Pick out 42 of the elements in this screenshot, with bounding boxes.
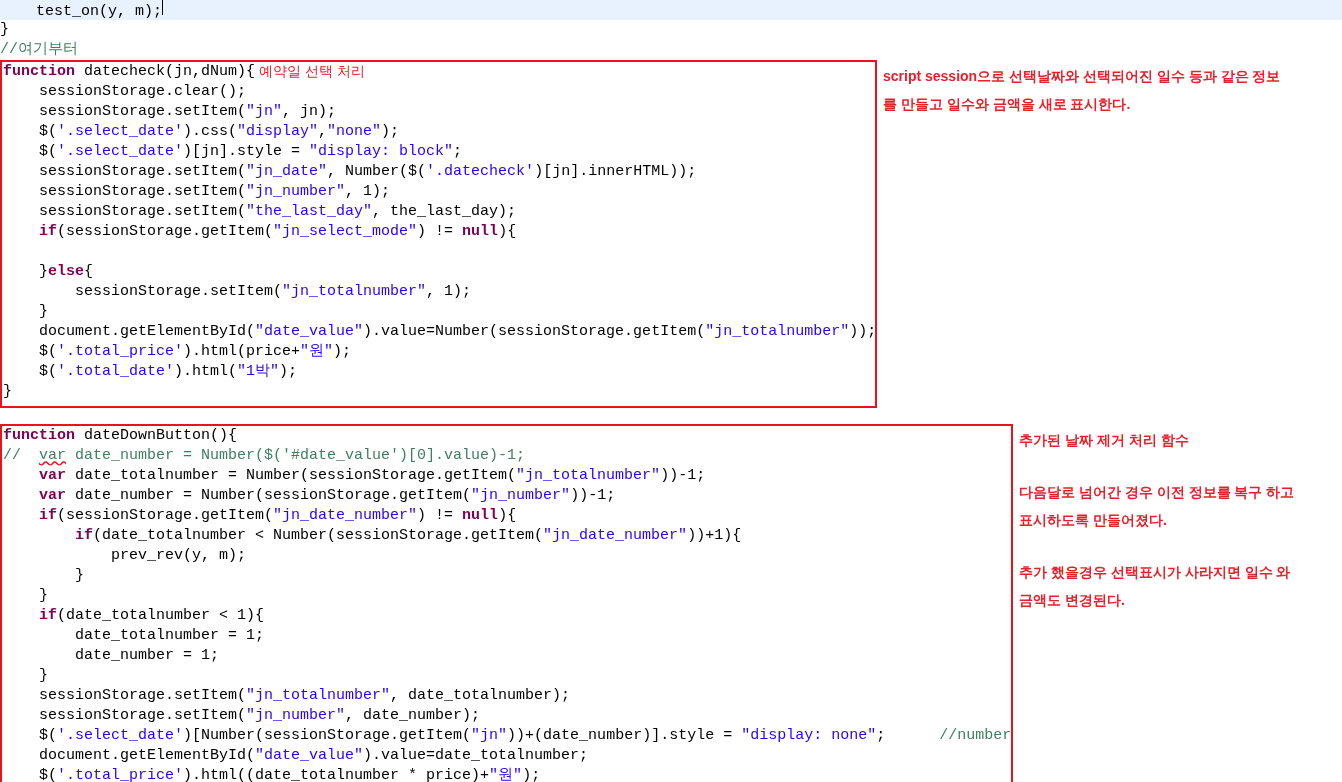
code-line: sessionStorage.setItem("the_last_day", the_last_day); (38, 202, 517, 222)
annotation-note: 예약일 선택 처리 (259, 63, 365, 81)
code-line: var date_totalnumber = Number(sessionStorage.getItem("jn_totalnumber"))-1; (38, 466, 706, 486)
code-line: sessionStorage.setItem("jn_date", Number($('.datecheck')[jn].innerHTML)); (38, 162, 697, 182)
code-line: } (38, 666, 48, 686)
code-line: test_on(y, m); (0, 0, 164, 22)
annotation-note: 다음달로 넘어간 경우 이전 정보를 복구 하고 표시하도록 만들어졌다. (1019, 483, 1296, 530)
code-line: $('.select_date')[Number(sessionStorage.getItem("jn"))+(date_number)].style = "display: none"; //number (38, 726, 1012, 746)
code-line: prev_rev(y, m); (110, 546, 247, 566)
code-line: $('.select_date').css("display","none"); (38, 122, 400, 142)
code-line: $('.total_price').html((date_totalnumber * price)+"원"); (38, 766, 541, 782)
annotation-note: 추가된 날짜 제거 처리 함수 (1019, 431, 1190, 450)
code-line: document.getElementById("date_value").value=date_totalnumber; (38, 746, 589, 766)
code-line: var date_number = Number(sessionStorage.getItem("jn_number"))-1; (38, 486, 616, 506)
code-line: if(sessionStorage.getItem("jn_date_number") != null){ (38, 506, 517, 526)
code-line: sessionStorage.setItem("jn", jn); (38, 102, 337, 122)
code-line: } (38, 302, 48, 322)
code-line: $('.select_date')[jn].style = "display: block"; (38, 142, 463, 162)
code-line: } (74, 566, 84, 586)
code-line: sessionStorage.setItem("jn_totalnumber", date_totalnumber); (38, 686, 571, 706)
code-line: sessionStorage.setItem("jn_totalnumber", 1); (74, 282, 472, 302)
code-line: // var date_number = Number($('#date_value')[0].value)-1; (3, 446, 526, 466)
code-line: if(sessionStorage.getItem("jn_select_mode") != null){ (38, 222, 517, 242)
code-line: sessionStorage.setItem("jn_number", date_number); (38, 706, 481, 726)
code-line: date_totalnumber = 1; (74, 626, 265, 646)
code-line: $('.total_price').html(price+"원"); (38, 342, 352, 362)
annotation-note: script session으로 선택날짜와 선택되어진 일수 등과 같은 정보 를 만들고 일수와 금액을 새로 표시한다. (883, 67, 1282, 114)
code-line: function datecheck(jn,dNum){ (3, 62, 256, 82)
code-line: } (3, 382, 12, 402)
code-line: sessionStorage.setItem("jn_number", 1); (38, 182, 391, 202)
code-line: if(date_totalnumber < 1){ (38, 606, 265, 626)
code-line: } (0, 20, 9, 40)
code-line: date_number = 1; (74, 646, 220, 666)
code-line: //여기부터 (0, 40, 78, 60)
code-line: document.getElementById("date_value").value=Number(sessionStorage.getItem("jn_totalnumber")); (38, 322, 877, 342)
code-line: function dateDownButton(){ (3, 426, 238, 446)
code-line: sessionStorage.clear(); (38, 82, 247, 102)
code-line: } (38, 586, 48, 606)
annotation-note: 추가 했을경우 선택표시가 사라지면 일수 와 금액도 변경된다. (1019, 563, 1292, 610)
code-line: $('.total_date').html("1박"); (38, 362, 298, 382)
code-line: if(date_totalnumber < Number(sessionStorage.getItem("jn_date_number"))+1){ (74, 526, 742, 546)
code-line: }else{ (38, 262, 94, 282)
